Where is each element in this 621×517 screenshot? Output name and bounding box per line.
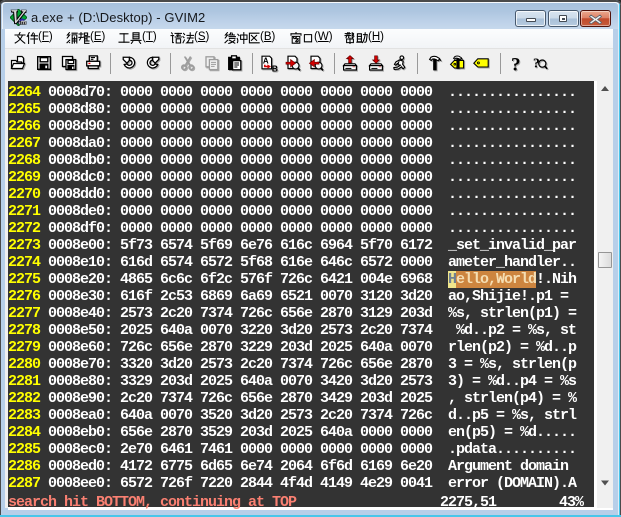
svg-text:?: ?: [511, 55, 521, 73]
svg-text:B: B: [272, 63, 278, 73]
svg-text:A: A: [263, 56, 269, 65]
